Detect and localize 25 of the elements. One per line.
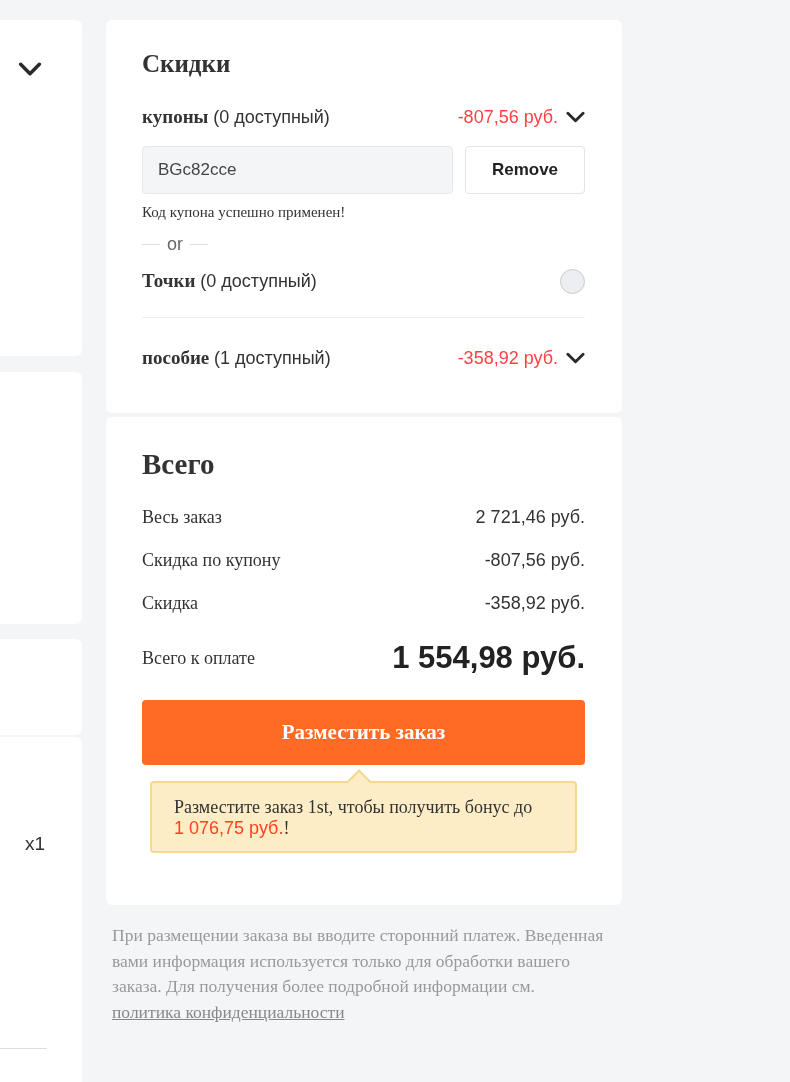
total-label: Всего к оплате (142, 647, 255, 669)
separator-text: or (167, 233, 183, 255)
line-label: Весь заказ (142, 506, 222, 528)
section-title: Скидки (142, 49, 232, 79)
remove-button[interactable]: Remove (465, 146, 585, 194)
line-label: Скидка по купону (142, 549, 281, 571)
radio-button[interactable] (560, 268, 585, 294)
coupon-field[interactable]: BGc82cce (142, 146, 453, 194)
discount-amount: -807,56 руб. (457, 106, 558, 128)
disclaimer-text: При размещении заказа вы вводите сторонний платеж. Введенная вами информация используется только для обработки вашего заказа. Для получения более подробной информации см. политика конфиденциальности (112, 924, 605, 1024)
total-amount: 1 554,98 руб. (392, 640, 585, 676)
discount-label: Точки (0 доступный) (142, 270, 317, 292)
chevron-down-icon[interactable] (566, 111, 585, 123)
line-label: Скидка (142, 592, 198, 614)
line-value: 2 721,46 руб. (475, 506, 585, 528)
chevron-down-icon[interactable] (18, 62, 42, 76)
chevron-down-icon[interactable] (566, 352, 585, 364)
line-value: -807,56 руб. (484, 549, 585, 571)
discount-label: пособие (1 доступный) (142, 347, 331, 369)
success-message: Код купона успешно применен! (142, 204, 347, 221)
section-title: Всего (142, 447, 216, 482)
discount-amount: -358,92 руб. (457, 347, 558, 369)
quantity-text: x1 (24, 833, 45, 855)
line-value: -358,92 руб. (484, 592, 585, 614)
discount-label: купоны (0 доступный) (142, 106, 330, 128)
